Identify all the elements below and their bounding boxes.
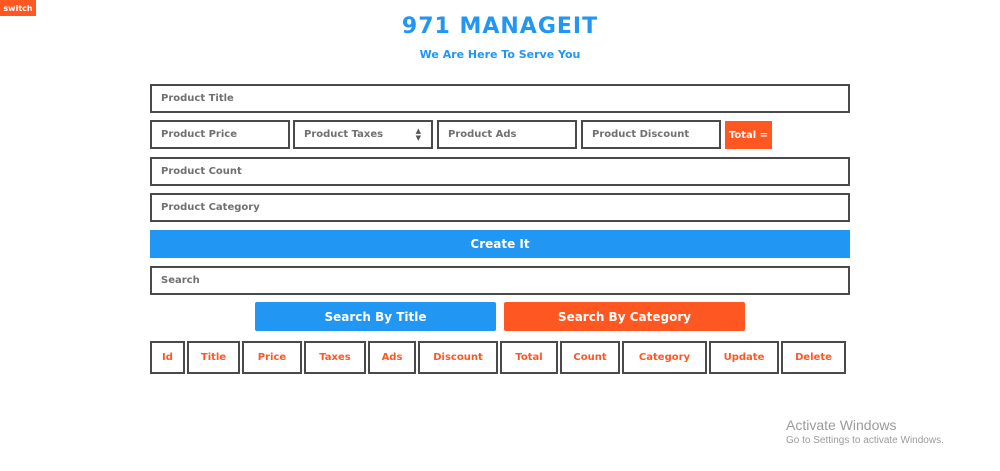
search-placeholder: Search (161, 275, 200, 286)
product-title-placeholder: Product Title (161, 93, 234, 104)
column-header-category: Category (622, 341, 707, 374)
column-header-id: Id (150, 341, 185, 374)
product-count-placeholder: Product Count (161, 166, 242, 177)
product-discount-placeholder: Product Discount (592, 129, 690, 140)
product-count-input[interactable]: Product Count (150, 157, 850, 186)
app-subtitle: We Are Here To Serve You (419, 48, 581, 61)
product-price-placeholder: Product Price (161, 129, 237, 140)
product-taxes-placeholder: Product Taxes (304, 129, 384, 140)
column-header-discount: Discount (418, 341, 498, 374)
table-header-row: Id Title Price Taxes Ads Discount Total … (150, 341, 846, 374)
product-price-input[interactable]: Product Price (150, 120, 290, 149)
column-header-delete: Delete (781, 341, 846, 374)
column-header-title: Title (187, 341, 240, 374)
product-category-input[interactable]: Product Category (150, 193, 850, 222)
search-input[interactable]: Search (150, 266, 850, 295)
activate-windows-subtitle: Go to Settings to activate Windows. (786, 435, 944, 446)
column-header-price: Price (242, 341, 302, 374)
number-stepper-icon[interactable]: ▲ ▼ (416, 127, 421, 142)
product-ads-input[interactable]: Product Ads (437, 120, 577, 149)
column-header-taxes: Taxes (304, 341, 366, 374)
product-title-input[interactable]: Product Title (150, 84, 850, 113)
column-header-total: Total (500, 341, 558, 374)
column-header-count: Count (560, 341, 620, 374)
create-button[interactable]: Create It (150, 230, 850, 258)
product-taxes-input[interactable]: Product Taxes ▲ ▼ (293, 120, 433, 149)
product-category-placeholder: Product Category (161, 202, 260, 213)
app-title: 971 MANAGEIT (401, 14, 599, 39)
product-discount-input[interactable]: Product Discount (581, 120, 721, 149)
product-ads-placeholder: Product Ads (448, 129, 517, 140)
total-display: Total = (725, 121, 772, 149)
search-by-category-button[interactable]: Search By Category (504, 302, 745, 331)
column-header-update: Update (709, 341, 779, 374)
activate-windows-title: Activate Windows (786, 417, 897, 433)
column-header-ads: Ads (368, 341, 416, 374)
search-by-title-button[interactable]: Search By Title (255, 302, 496, 331)
